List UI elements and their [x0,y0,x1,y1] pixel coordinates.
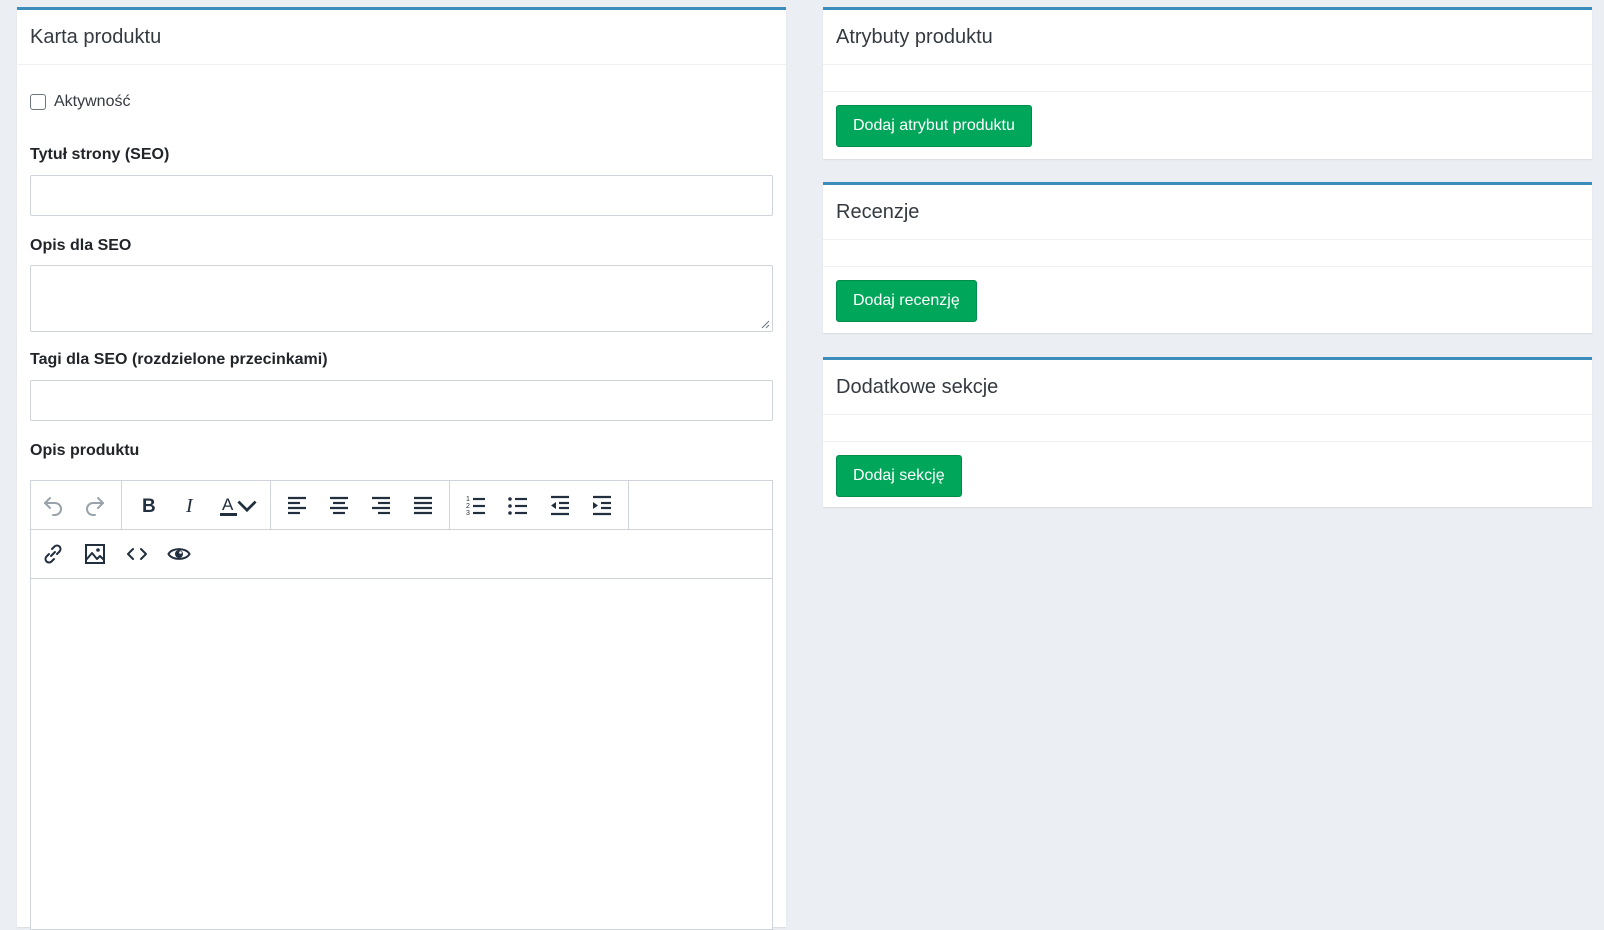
italic-icon[interactable]: I [172,487,208,523]
editor-content-area[interactable] [31,579,772,929]
link-icon[interactable] [35,536,71,572]
align-right-icon[interactable] [363,487,399,523]
editor-toolbar-row-2 [31,530,772,579]
product-card: Karta produktu Aktywność Tytuł strony (S… [17,7,786,930]
reviews-card-title: Recenzje [823,185,1592,240]
add-review-button[interactable]: Dodaj recenzję [836,280,977,322]
product-card-title: Karta produktu [17,10,786,65]
attributes-list [823,65,1592,92]
sections-list [823,415,1592,442]
svg-text:3: 3 [466,510,470,517]
text-color-icon[interactable]: A [214,487,262,523]
rich-text-editor: B I A 1 2 3 [30,480,773,930]
attributes-card-title: Atrybuty produktu [823,10,1592,65]
seo-title-input[interactable] [30,175,773,216]
seo-description-label: Opis dla SEO [30,237,132,254]
numbered-list-icon[interactable]: 123 [458,487,494,523]
reviews-list [823,240,1592,267]
add-attribute-button[interactable]: Dodaj atrybut produktu [836,105,1032,147]
svg-text:A: A [222,495,234,514]
add-section-button[interactable]: Dodaj sekcję [836,455,962,497]
undo-icon[interactable] [35,487,71,523]
insert-group [31,530,205,578]
svg-text:1: 1 [466,496,470,503]
bullet-list-icon[interactable] [500,487,536,523]
resize-grip-icon[interactable] [760,319,770,329]
product-description-label: Opis produktu [30,442,140,459]
seo-title-label: Tytuł strony (SEO) [30,146,170,163]
align-left-icon[interactable] [279,487,315,523]
history-group [31,481,122,529]
indent-icon[interactable] [584,487,620,523]
reviews-card-footer: Dodaj recenzję [823,267,1592,335]
seo-description-textarea[interactable] [30,265,773,332]
sections-card-title: Dodatkowe sekcje [823,360,1592,415]
format-group: B I A [122,481,271,529]
align-center-icon[interactable] [321,487,357,523]
sections-card: Dodatkowe sekcje Dodaj sekcję [823,357,1592,507]
redo-icon[interactable] [77,487,113,523]
seo-tags-input[interactable] [30,380,773,421]
source-code-icon[interactable] [119,536,155,572]
preview-icon[interactable] [161,536,197,572]
svg-text:B: B [142,496,156,517]
chevron-down-icon[interactable] [235,493,259,517]
bold-icon[interactable]: B [130,487,166,523]
align-justify-icon[interactable] [405,487,441,523]
list-group: 123 [450,481,629,529]
svg-text:I: I [185,495,194,517]
outdent-icon[interactable] [542,487,578,523]
reviews-card: Recenzje Dodaj recenzję [823,182,1592,333]
active-checkbox-label: Aktywność [54,93,131,110]
svg-text:2: 2 [466,503,470,510]
attributes-card: Atrybuty produktu Dodaj atrybut produktu [823,7,1592,159]
sections-card-footer: Dodaj sekcję [823,442,1592,510]
seo-tags-label: Tagi dla SEO (rozdzielone przecinkami) [30,351,328,368]
attributes-card-footer: Dodaj atrybut produktu [823,92,1592,160]
active-checkbox[interactable] [30,94,46,110]
editor-toolbar-row-1: B I A 1 2 3 [31,481,772,530]
active-checkbox-row[interactable]: Aktywność [30,93,130,111]
alignment-group [271,481,450,529]
image-icon[interactable] [77,536,113,572]
